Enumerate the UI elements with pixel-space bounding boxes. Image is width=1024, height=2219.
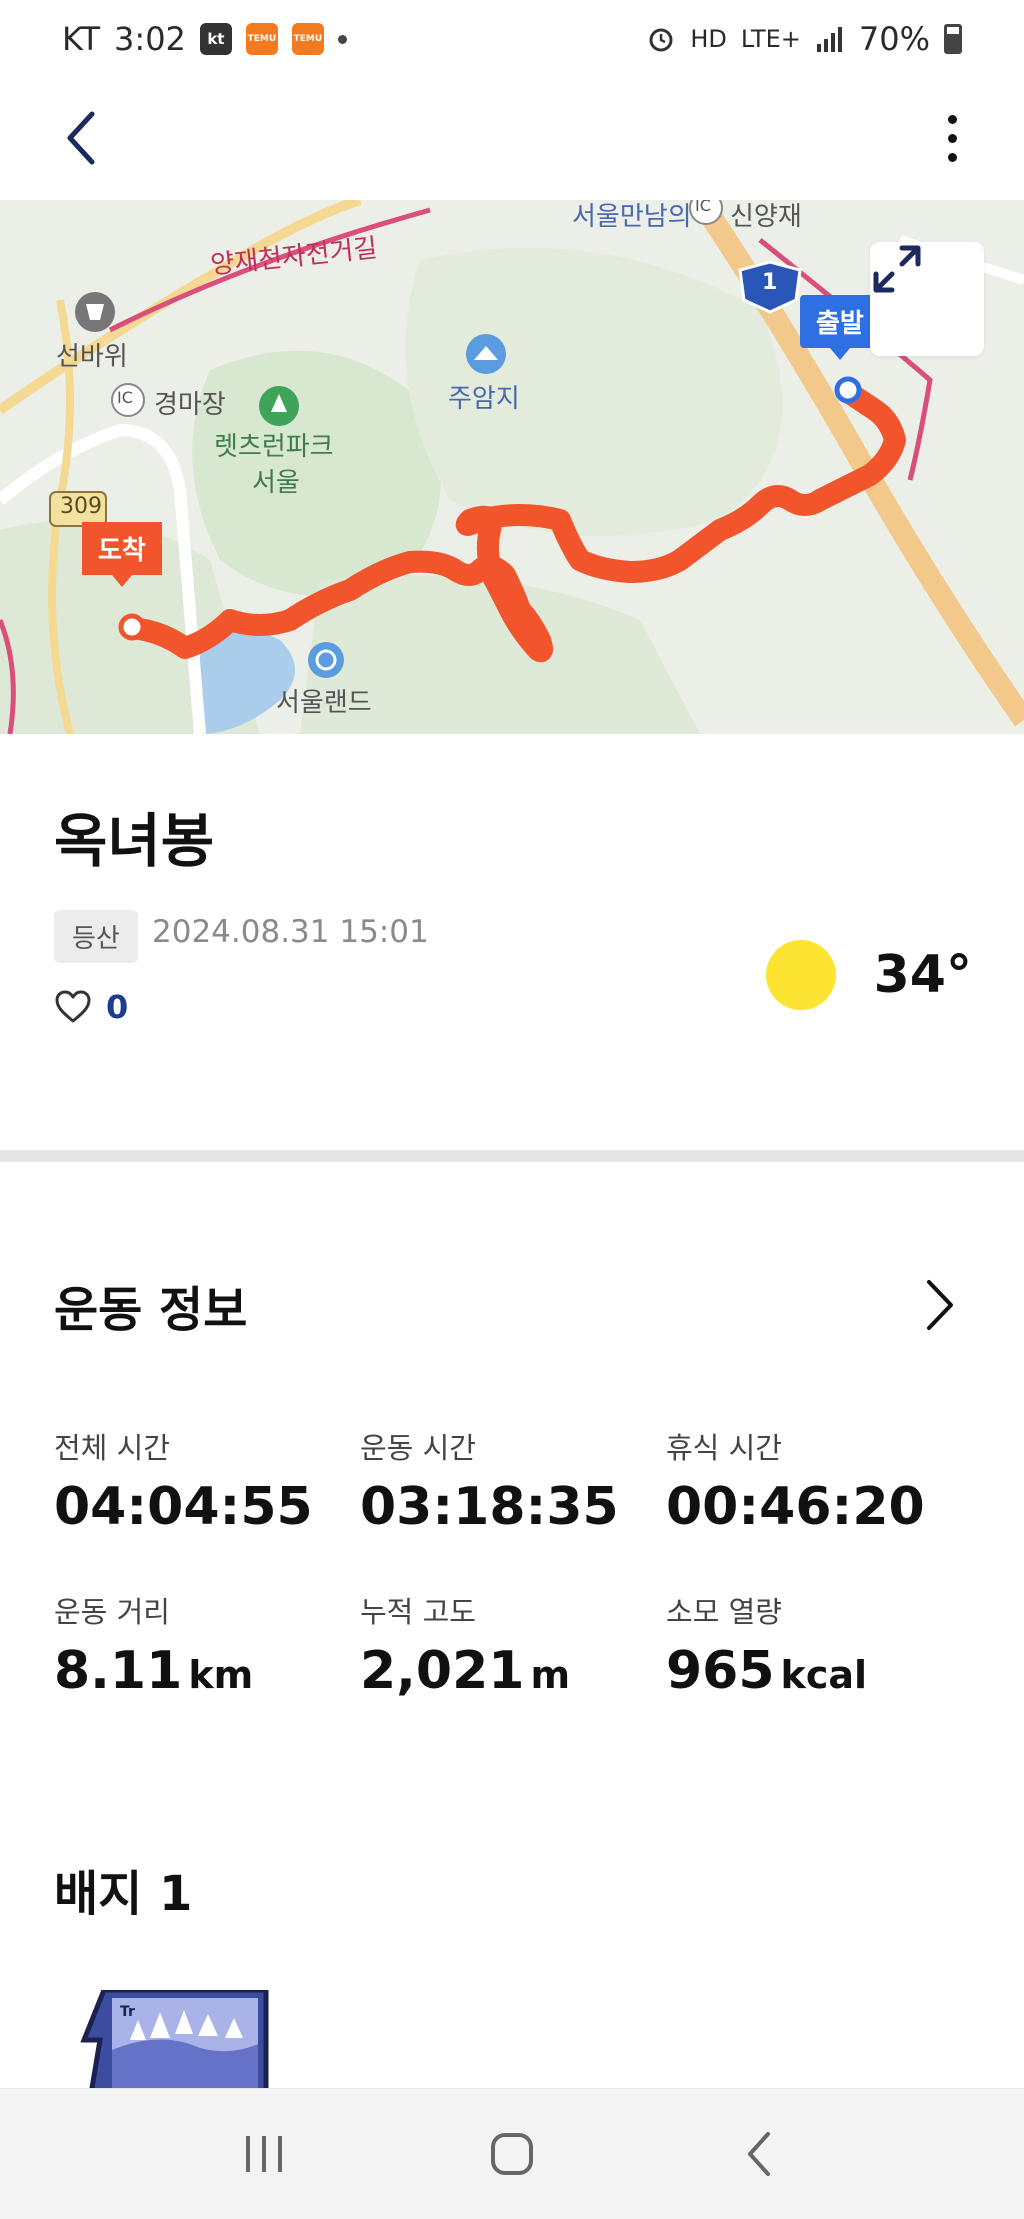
kt-app-icon: kt [199,23,232,55]
stat-number: 03:18:35 [360,1477,619,1537]
battery-icon [944,24,962,54]
stat-exercise-time: 운동 시간 03:18:35 [360,1425,666,1537]
activity-summary: 옥녀봉 등산 2024.08.31 15:01 0 34° [0,734,1024,1150]
stat-number: 965 [666,1641,775,1701]
clock: 3:02 [114,20,186,58]
map-label-route-309: 309 [60,494,102,519]
stat-unit: m [530,1653,571,1697]
stat-label: 소모 열량 [666,1595,782,1629]
stat-label: 운동 거리 [54,1595,170,1629]
map-label-park-line2: 서울 [252,468,300,498]
map-label-sinyangjae: 신양재 [730,202,802,232]
stat-total-time: 전체 시간 04:04:55 [54,1425,360,1537]
category-badge: 등산 [54,910,138,963]
mountain-badge-icon: Tr [80,1990,269,2090]
exercise-info-title: 운동 정보 [54,1282,248,1338]
temu-app-icon-2: TEMU [291,23,324,55]
map-label-seoulland: 서울랜드 [276,688,372,718]
sun-icon [765,940,836,1010]
stat-value: 2,021 m [360,1641,666,1701]
more-options-button[interactable] [932,108,972,168]
map-label-route-1: 1 [762,270,778,295]
hiking-badge[interactable]: Tr [80,1990,270,2090]
map-label-juamji: 주암지 [448,384,520,414]
like-button[interactable]: 0 [54,988,128,1026]
home-icon [491,2133,533,2175]
status-right: HD LTE+ 70% [646,20,962,58]
stat-label: 휴식 시간 [666,1431,782,1465]
map-label-gyeongmajang: 경마장 [154,390,226,420]
stat-value: 03:18:35 [360,1477,666,1537]
temperature: 34° [873,945,972,1005]
carrier-label: KT [62,20,101,58]
home-button[interactable] [472,2114,552,2194]
stat-number: 00:46:20 [666,1477,925,1537]
section-divider [0,1150,1024,1162]
map-label-seonbawi: 선바위 [56,342,128,372]
battery-percent: 70% [858,20,930,58]
stat-value: 00:46:20 [666,1477,972,1537]
stat-number: 2,021 [360,1641,525,1701]
more-dot-icon [947,133,957,143]
expand-map-button[interactable] [870,242,984,356]
map-label-ic-2: IC [695,200,711,215]
stat-distance: 운동 거리 8.11 km [54,1589,360,1701]
start-marker: 출발 [800,295,880,360]
activity-title: 옥녀봉 [54,807,215,875]
svg-text:Tr: Tr [120,2004,135,2020]
stat-value: 965 kcal [666,1641,972,1701]
exercise-info-header[interactable]: 운동 정보 [54,1270,970,1340]
alarm-icon [649,28,673,52]
recent-apps-button[interactable] [224,2114,304,2194]
end-marker: 도착 [82,522,162,587]
signal-icon [816,27,842,52]
stat-number: 8.11 [54,1641,183,1701]
stat-elevation: 누적 고도 2,021 m [360,1589,666,1701]
back-button[interactable] [52,108,112,168]
map-label-highway: 서울만남의 [572,202,692,232]
route-map[interactable]: 양재천자전거길 서울만남의 신양재 선바위 경마장 렛츠런파크 서울 주암지 서… [0,200,1024,734]
system-nav-bar [0,2088,1024,2219]
network-type-icon: LTE+ [740,25,801,53]
heart-icon [55,990,91,1023]
more-dot-icon [947,114,957,124]
temu-app-icon: TEMU [245,23,278,55]
recent-apps-icon [246,2136,282,2172]
stat-rest-time: 휴식 시간 00:46:20 [666,1425,972,1537]
map-label-ic-1: IC [117,388,133,407]
stat-label: 운동 시간 [360,1431,476,1465]
chevron-right-icon [927,1280,953,1330]
badges-title: 배지 1 [54,1866,193,1922]
chevron-left-icon [67,111,95,165]
stat-unit: kcal [780,1653,868,1697]
back-arrow-icon [748,2132,770,2176]
map-label-park-line1: 렛츠런파크 [214,432,334,462]
status-bar: KT 3:02 kt TEMU TEMU HD LTE+ 70% [0,0,1024,78]
stat-calories: 소모 열량 965 kcal [666,1589,972,1701]
stat-value: 8.11 km [54,1641,360,1701]
more-dot-icon [947,152,957,162]
hd-voice-icon: HD [690,25,727,53]
stat-value: 04:04:55 [54,1477,360,1537]
activity-datetime: 2024.08.31 15:01 [152,914,429,950]
like-count: 0 [106,988,129,1026]
system-back-button[interactable] [720,2114,800,2194]
status-left: KT 3:02 kt TEMU TEMU [62,20,347,58]
stat-label: 전체 시간 [54,1431,170,1465]
exercise-info-detail-button[interactable] [910,1275,970,1335]
exercise-stats: 전체 시간 04:04:55 운동 시간 03:18:35 휴식 시간 00:4… [54,1425,974,1701]
expand-icon [873,245,921,293]
app-bar [0,78,1024,200]
notification-dot-icon [337,34,347,44]
weather-info: 34° [765,940,972,1010]
stat-number: 04:04:55 [54,1477,313,1537]
stat-label: 누적 고도 [360,1595,476,1629]
stat-unit: km [188,1653,254,1697]
